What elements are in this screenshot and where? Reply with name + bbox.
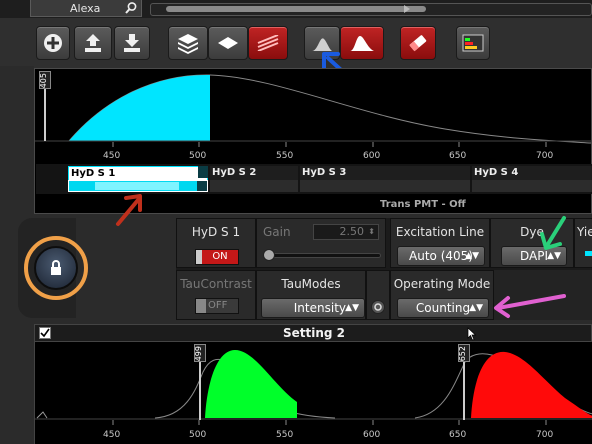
eraser-icon — [409, 35, 427, 52]
detector-hyds3-label: HyD S 3 — [302, 167, 347, 178]
gain-slider-thumb[interactable] — [263, 249, 275, 261]
marker-499[interactable]: 499 — [193, 344, 207, 420]
top-tick-450: 450 — [103, 151, 121, 161]
lock-button[interactable] — [34, 246, 78, 290]
gain-stepper-icon[interactable]: ⬍ — [368, 225, 375, 239]
detector-hyds2-range[interactable] — [210, 180, 298, 192]
dropdown-arrow-icon: ▲▼ — [465, 251, 479, 261]
top-tick-700: 700 — [536, 151, 554, 161]
detector-hyds4-label: HyD S 4 — [474, 167, 519, 178]
layer-single-icon — [218, 37, 238, 49]
hyd-label: HyD S 1 — [191, 225, 241, 239]
laser-marker-405[interactable]: 405 — [39, 71, 51, 143]
excitation-label: Excitation Line — [395, 225, 485, 239]
top-tick-500: 500 — [189, 151, 207, 161]
bottom-tick-700: 700 — [536, 430, 554, 440]
emission-spectrum-bottom[interactable]: 499 652 450 500 550 600 650 700 — [34, 342, 592, 444]
gain-input[interactable]: 2.50 ⬍ — [313, 224, 379, 240]
detector-hyds3-range[interactable] — [300, 180, 470, 192]
operating-mode-label: Operating Mode — [393, 277, 491, 291]
yield-bar — [585, 251, 592, 256]
operating-mode-cell: Operating Mode Counting ▲▼ — [390, 270, 494, 320]
bottom-tick-550: 550 — [276, 430, 294, 440]
operating-mode-dropdown[interactable]: Counting ▲▼ — [397, 298, 489, 318]
layers-stack-icon — [178, 34, 198, 54]
top-tick-650: 650 — [449, 151, 467, 161]
search-icon[interactable] — [124, 1, 138, 15]
dropdown-arrow-icon: ▲▼ — [345, 303, 359, 313]
hyd-toggle-on: ON — [202, 250, 238, 264]
hyd-toggle[interactable]: ON — [195, 249, 239, 265]
layers-split-button[interactable] — [248, 26, 288, 60]
add-button[interactable] — [36, 26, 70, 60]
taucontrast-state: OFF — [208, 300, 228, 311]
marker-499-label: 499 — [194, 346, 203, 362]
upload-icon — [85, 34, 101, 52]
detector-hyds2-label: HyD S 2 — [212, 167, 257, 178]
trans-pmt-status: Trans PMT - Off — [380, 199, 466, 210]
laser-marker-label: 405 — [39, 73, 48, 89]
dropdown-arrow-icon: ▲▼ — [469, 303, 483, 313]
taucontrast-label: TauContrast — [180, 277, 252, 291]
taumodes-value: Intensity — [293, 301, 346, 315]
excitation-cell: Excitation Line Auto (405) ▲▼ — [390, 218, 490, 268]
setting-header: Setting 2 — [34, 324, 592, 342]
color-bar-button[interactable] — [456, 26, 490, 60]
add-icon — [44, 34, 62, 52]
detector-hyds1-label: HyD S 1 — [71, 168, 116, 179]
taumodes-dropdown[interactable]: Intensity ▲▼ — [261, 298, 365, 318]
excitation-dropdown[interactable]: Auto (405) ▲▼ — [397, 246, 485, 266]
gain-slider[interactable] — [265, 253, 381, 258]
detector-hyds3[interactable]: HyD S 3 — [300, 166, 470, 181]
marker-652-label: 652 — [458, 346, 467, 362]
bottom-tick-600: 600 — [363, 430, 381, 440]
bottom-tick-500: 500 — [189, 430, 207, 440]
left-frame — [0, 66, 34, 216]
top-tick-550: 550 — [276, 151, 294, 161]
gain-cell: Gain 2.50 ⬍ — [256, 218, 386, 268]
lock-icon — [51, 260, 61, 275]
taucontrast-cell: TauContrast OFF — [176, 270, 256, 320]
annotation-arrow-red — [116, 194, 142, 226]
bottom-axis-ticks — [112, 420, 547, 425]
detector-hyds1[interactable]: HyD S 1 — [68, 166, 208, 181]
taumodes-settings-cell — [366, 270, 390, 320]
excitation-value: Auto (405) — [409, 249, 473, 263]
layer-single-button[interactable] — [208, 26, 248, 60]
detector-hyds4-range[interactable] — [472, 180, 592, 192]
yield-cell: Yie — [574, 218, 592, 268]
download-icon — [124, 34, 140, 52]
gear-icon — [374, 303, 382, 311]
color-bar-icon — [462, 34, 484, 52]
hyd-cell: HyD S 1 ON — [176, 218, 256, 268]
search-value: Alexa — [70, 2, 101, 15]
upload-button[interactable] — [74, 26, 112, 60]
taumodes-cell: TauModes Intensity ▲▼ — [256, 270, 366, 320]
operating-mode-value: Counting — [415, 301, 471, 315]
layers-split-icon — [257, 35, 279, 51]
taumodes-settings-button[interactable] — [371, 300, 385, 314]
gain-value: 2.50 — [339, 225, 365, 238]
yield-label: Yie — [577, 225, 592, 239]
detector-hyds2[interactable]: HyD S 2 — [210, 166, 298, 181]
annotation-arrow-magenta — [494, 294, 566, 318]
bottom-tick-450: 450 — [103, 430, 121, 440]
detector-hyds4[interactable]: HyD S 4 — [472, 166, 592, 181]
mouse-cursor-icon — [467, 327, 477, 341]
taucontrast-toggle[interactable]: OFF — [195, 298, 239, 314]
top-tick-600: 600 — [363, 151, 381, 161]
eraser-button[interactable] — [400, 26, 436, 60]
marker-652[interactable]: 652 — [457, 344, 471, 420]
setting-title: Setting 2 — [282, 326, 346, 340]
scrollbar-thumb[interactable] — [166, 6, 426, 12]
scroll-right-arrow-icon[interactable] — [402, 4, 412, 14]
layers-stack-button[interactable] — [168, 26, 208, 60]
annotation-arrow-green — [540, 216, 566, 250]
download-button[interactable] — [114, 26, 150, 60]
taumodes-label: TauModes — [281, 277, 341, 291]
bottom-tick-650: 650 — [449, 430, 467, 440]
